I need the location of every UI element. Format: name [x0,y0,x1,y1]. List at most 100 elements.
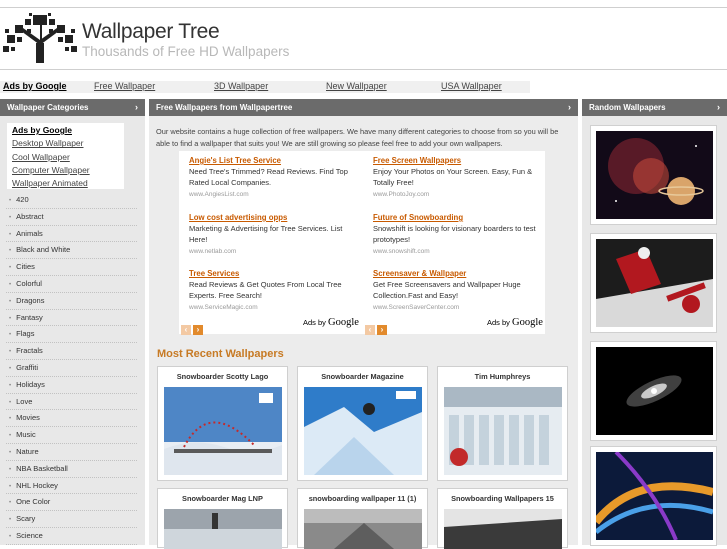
wallpaper-image[interactable] [444,387,562,475]
bullet-icon: • [9,332,12,339]
ad-next-button[interactable]: › [193,325,203,335]
ad-next-button[interactable]: › [377,325,387,335]
sidebar-category-item[interactable]: • Animals [6,226,137,243]
left-sidebar: Ads by Google Desktop Wallpaper Cool Wal… [0,116,145,545]
ad-item[interactable]: Screensaver & Wallpaper Get Free Screens… [373,268,541,313]
ad-url[interactable]: www.ServiceMagic.com [189,302,357,313]
sidebar-category-label: Movies [16,413,40,423]
sidebar-category-item[interactable]: • Graffiti [6,360,137,377]
ad-link-cool-wallpaper[interactable]: Cool Wallpaper [12,151,119,164]
ads-by-google-link[interactable]: Ads by Google [3,81,67,91]
sidebar-category-item[interactable]: • Movies [6,410,137,428]
wallpaper-title[interactable]: Snowboarder Scotty Lago [158,367,287,386]
sidebar-category-item[interactable]: • Music [6,427,137,444]
free-wallpapers-heading[interactable]: Free Wallpapers from Wallpapertree › [149,99,578,116]
ad-url[interactable]: www.ScreenSaverCenter.com [373,302,541,313]
ads-by-google-label[interactable]: Ads by Google [303,317,359,328]
wallpaper-title[interactable]: Snowboarding Wallpapers 15 [438,489,567,508]
sidebar-ads-title[interactable]: Ads by Google [12,124,119,137]
ad-url[interactable]: www.netlab.com [189,246,357,257]
random-wallpaper-thumb[interactable] [590,446,717,546]
header-divider [0,69,727,70]
ads-by-google-label[interactable]: Ads by Google [487,317,543,328]
sidebar-category-item[interactable]: • Black and White [6,242,137,260]
random-wallpapers-heading-label: Random Wallpapers [589,103,666,112]
sidebar-category-item[interactable]: • Science [6,528,137,545]
ad-url[interactable]: www.PhotoJoy.com [373,189,541,200]
sidebar-category-item[interactable]: • Love [6,394,137,411]
ad-item[interactable]: Low cost advertising opps Marketing & Ad… [189,212,357,257]
wallpaper-thumb[interactable]: Tim Humphreys [437,366,568,481]
sidebar-category-item[interactable]: • 420 [6,192,137,209]
ad-text: Get Free Screensavers and Wallpaper Huge… [373,280,521,301]
random-wallpaper-image[interactable] [596,452,713,540]
ad-title[interactable]: Angie's List Tree Service [189,155,357,166]
ad-title[interactable]: Screensaver & Wallpaper [373,268,541,279]
ad-url[interactable]: www.AngiesList.com [189,189,357,200]
ad-prev-button[interactable]: ‹ [365,325,375,335]
ad-item[interactable]: Angie's List Tree Service Need Tree's Tr… [189,155,357,200]
link-new-wallpaper[interactable]: New Wallpaper [326,81,387,91]
wallpaper-image[interactable] [164,509,282,549]
wallpaper-title[interactable]: Snowboarder Magazine [298,367,427,386]
wallpaper-title[interactable]: Tim Humphreys [438,367,567,386]
ad-item[interactable]: Future of Snowboarding Snowshift is look… [373,212,541,257]
bullet-icon: • [9,248,12,255]
ad-link-desktop-wallpaper[interactable]: Desktop Wallpaper [12,137,119,150]
sidebar-category-item[interactable]: • Nature [6,444,137,461]
sidebar-category-label: Flags [16,329,35,339]
bullet-icon: • [9,466,12,473]
categories-heading-label: Wallpaper Categories [7,103,89,112]
random-wallpapers-heading[interactable]: Random Wallpapers › [582,99,727,116]
ad-item[interactable]: Tree Services Read Reviews & Get Quotes … [189,268,357,313]
sidebar-category-label: Holidays [16,379,45,389]
wallpaper-title[interactable]: snowboarding wallpaper 11 (1) [298,489,427,508]
sidebar-category-item[interactable]: • Colorful [6,276,137,293]
random-wallpaper-image[interactable] [596,239,713,327]
random-wallpaper-thumb[interactable] [590,233,717,333]
ad-title[interactable]: Free Screen Wallpapers [373,155,541,166]
sidebar-category-item[interactable]: • NBA Basketball [6,461,137,478]
link-free-wallpaper[interactable]: Free Wallpaper [94,81,155,91]
link-usa-wallpaper[interactable]: USA Wallpaper [441,81,502,91]
chevron-right-icon: › [135,102,138,112]
random-wallpaper-image[interactable] [596,131,713,219]
ad-url[interactable]: www.snowshift.com [373,246,541,257]
sidebar-category-item[interactable]: • Flags [6,326,137,344]
wallpaper-image[interactable] [164,387,282,475]
sidebar-category-item[interactable]: • Fractals [6,343,137,360]
link-3d-wallpaper[interactable]: 3D Wallpaper [214,81,268,91]
sidebar-category-item[interactable]: • One Color [6,494,137,512]
wallpaper-thumb[interactable]: Snowboarder Magazine [297,366,428,481]
sidebar-category-label: 420 [16,195,29,204]
sidebar-category-item[interactable]: • NHL Hockey [6,478,137,495]
random-wallpaper-thumb[interactable] [590,125,717,225]
sidebar-category-item[interactable]: • Cities [6,259,137,276]
wallpaper-thumb[interactable]: snowboarding wallpaper 11 (1) [297,488,428,549]
sidebar-category-item[interactable]: • Fantasy [6,310,137,327]
wallpaper-image[interactable] [444,509,562,549]
ad-link-computer-wallpaper[interactable]: Computer Wallpaper [12,164,119,177]
ad-item[interactable]: Free Screen Wallpapers Enjoy Your Photos… [373,155,541,200]
sidebar-category-label: Fantasy [16,312,43,322]
wallpaper-thumb[interactable]: Snowboarder Mag LNP [157,488,288,549]
ad-title[interactable]: Tree Services [189,268,357,279]
random-wallpaper-image[interactable] [596,347,713,435]
wallpaper-image[interactable] [304,509,422,549]
wallpaper-thumb[interactable]: Snowboarding Wallpapers 15 [437,488,568,549]
random-wallpaper-thumb[interactable] [590,341,717,441]
sidebar-category-item[interactable]: • Dragons [6,293,137,310]
ad-title[interactable]: Future of Snowboarding [373,212,541,223]
ad-title[interactable]: Low cost advertising opps [189,212,357,223]
ad-prev-button[interactable]: ‹ [181,325,191,335]
wallpaper-image[interactable] [304,387,422,475]
site-title[interactable]: Wallpaper Tree [82,20,220,44]
sidebar-category-item[interactable]: • Abstract [6,209,137,226]
categories-heading[interactable]: Wallpaper Categories › [0,99,145,116]
ad-link-wallpaper-animated[interactable]: Wallpaper Animated [12,177,119,190]
sidebar-category-item[interactable]: • Scary [6,511,137,528]
wallpaper-thumb[interactable]: Snowboarder Scotty Lago [157,366,288,481]
sidebar-category-item[interactable]: • Holidays [6,377,137,394]
wallpaper-title[interactable]: Snowboarder Mag LNP [158,489,287,508]
tree-logo-icon[interactable] [3,13,77,65]
